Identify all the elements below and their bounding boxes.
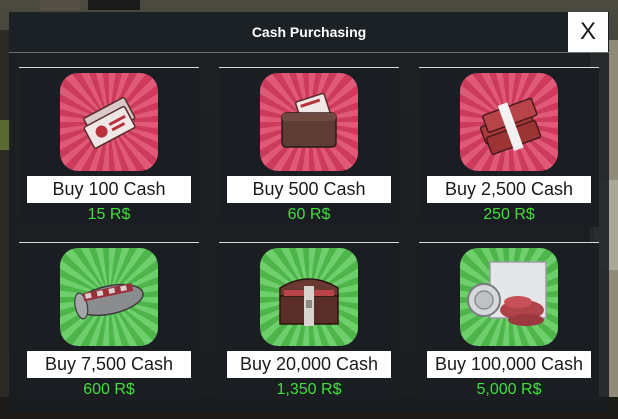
buy-2500-cash-button[interactable]: Buy 2,500 Cash xyxy=(427,176,591,203)
buy-20000-cash-button[interactable]: Buy 20,000 Cash xyxy=(227,351,391,378)
buy-500-cash-button[interactable]: Buy 500 Cash xyxy=(227,176,391,203)
cash-duffel-bag-icon xyxy=(60,248,158,346)
price-label: 250 R$ xyxy=(483,206,535,223)
shop-item-card: Buy 20,000 Cash 1,350 R$ xyxy=(219,242,399,402)
price-label: 5,000 R$ xyxy=(476,381,542,398)
price-label: 60 R$ xyxy=(287,206,331,223)
cash-bills-icon xyxy=(60,73,158,171)
buy-100-cash-button[interactable]: Buy 100 Cash xyxy=(27,176,191,203)
dialog-title: Cash Purchasing xyxy=(251,24,367,40)
cash-purchasing-dialog: Cash Purchasing X Buy 100 Cash 15 R$ Buy… xyxy=(9,12,609,413)
price-label: 600 R$ xyxy=(83,381,135,398)
close-button[interactable]: X xyxy=(568,12,608,52)
cash-wallet-icon xyxy=(260,73,358,171)
treasure-chest-icon xyxy=(260,248,358,346)
shop-item-card: Buy 100,000 Cash 5,000 R$ xyxy=(419,242,599,402)
shop-item-card: Buy 100 Cash 15 R$ xyxy=(19,67,199,227)
buy-100000-cash-button[interactable]: Buy 100,000 Cash xyxy=(427,351,591,378)
price-label: 1,350 R$ xyxy=(276,381,342,398)
shop-item-card: Buy 2,500 Cash 250 R$ xyxy=(419,67,599,227)
price-label: 15 R$ xyxy=(87,206,131,223)
shop-item-card: Buy 500 Cash 60 R$ xyxy=(219,67,399,227)
buy-7500-cash-button[interactable]: Buy 7,500 Cash xyxy=(27,351,191,378)
cash-vault-icon xyxy=(460,248,558,346)
shop-item-card: Buy 7,500 Cash 600 R$ xyxy=(19,242,199,402)
cash-stacks-icon xyxy=(460,73,558,171)
